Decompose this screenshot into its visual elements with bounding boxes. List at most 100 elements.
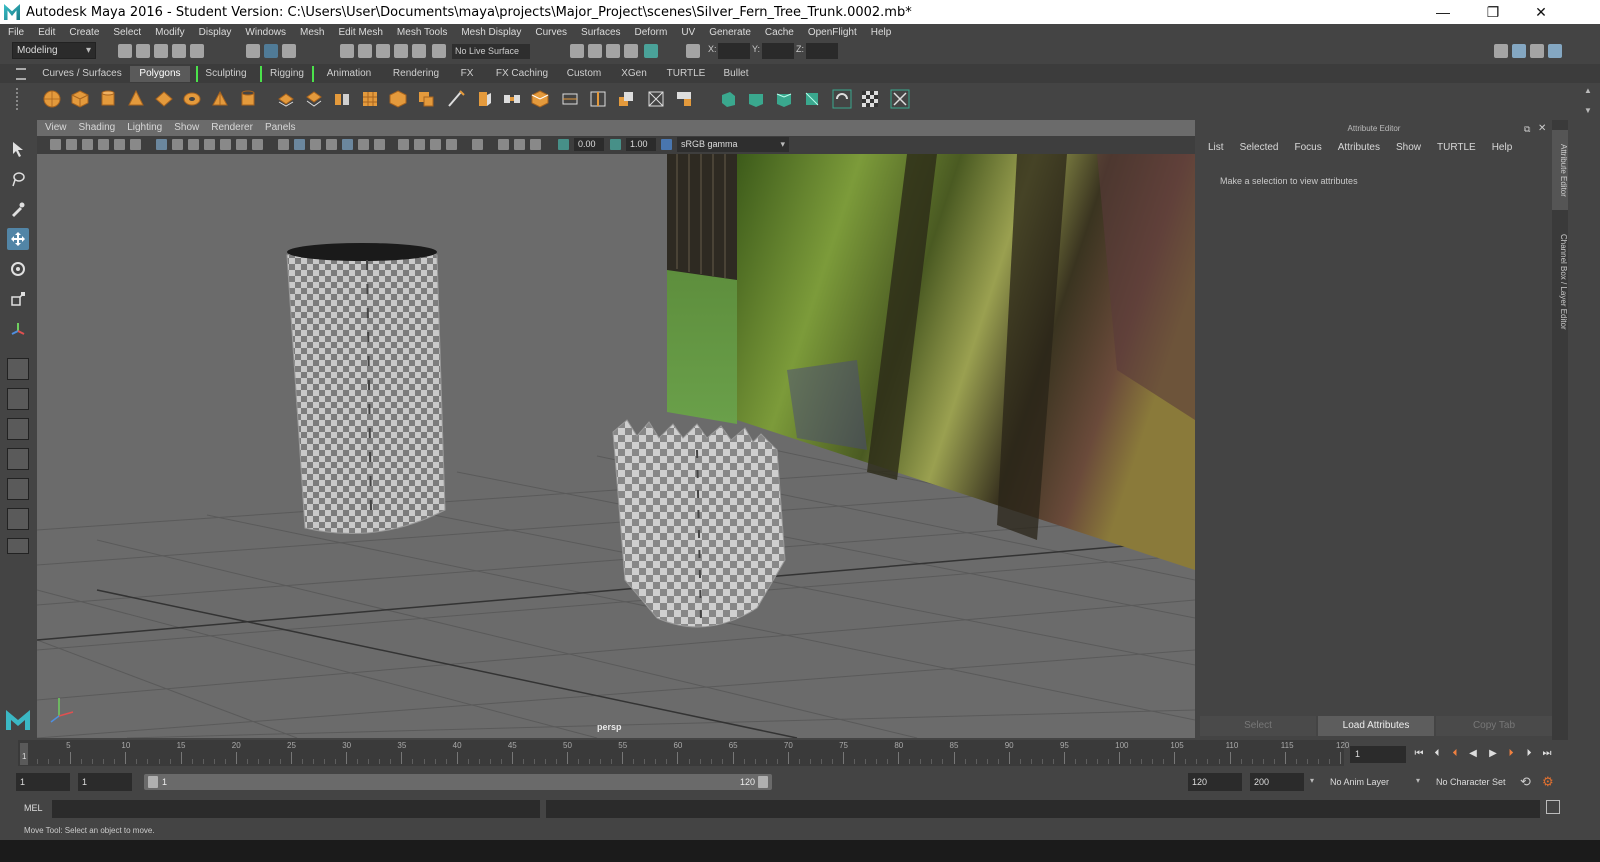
step-back-key-icon[interactable]: ⏴ [1448, 748, 1462, 760]
animation-start-field[interactable]: 1 [16, 773, 70, 791]
snap-curve-icon[interactable] [358, 44, 372, 58]
render-frame-icon[interactable] [588, 44, 602, 58]
ae-select-button[interactable]: Select [1200, 716, 1316, 736]
extrude-icon[interactable] [474, 89, 494, 109]
menu-cache[interactable]: Cache [765, 27, 794, 38]
tab-polygons[interactable]: Polygons [130, 66, 190, 82]
step-back-frame-icon[interactable]: ⏴ [1430, 748, 1444, 760]
live-surface-field[interactable]: No Live Surface [452, 44, 530, 59]
reduce-icon[interactable] [388, 89, 408, 109]
ae-menu-attributes[interactable]: Attributes [1338, 142, 1380, 153]
film-gate-icon[interactable] [172, 139, 183, 150]
uv-automatic-icon[interactable] [802, 89, 822, 109]
persp-graph-layout-icon[interactable] [7, 448, 29, 470]
scale-tool-icon[interactable] [7, 288, 29, 310]
menu-mesh[interactable]: Mesh [300, 27, 324, 38]
vp-menu-view[interactable]: View [45, 122, 67, 136]
perspective-viewport[interactable] [37, 120, 1195, 738]
rotate-tool-icon[interactable] [7, 258, 29, 280]
ae-menu-show[interactable]: Show [1396, 142, 1421, 153]
poly-sphere-icon[interactable] [42, 89, 62, 109]
isolate-select-icon[interactable] [472, 139, 483, 150]
shadows-icon[interactable] [374, 139, 385, 150]
x-field[interactable] [718, 43, 750, 59]
vp-menu-panels[interactable]: Panels [265, 122, 296, 136]
uv-spherical-icon[interactable] [774, 89, 794, 109]
xray-components-icon[interactable] [530, 139, 541, 150]
character-set-dropdown-icon[interactable]: ▾ [1416, 776, 1420, 785]
tab-rendering[interactable]: Rendering [386, 66, 446, 82]
poly-cube-icon[interactable] [70, 89, 90, 109]
auto-key-icon[interactable]: ⟲ [1520, 774, 1531, 790]
bookmark-icon[interactable] [82, 139, 93, 150]
menu-surfaces[interactable]: Surfaces [581, 27, 620, 38]
safe-action-icon[interactable] [236, 139, 247, 150]
screen-space-ao-icon[interactable] [398, 139, 409, 150]
gate-mask-icon[interactable] [204, 139, 215, 150]
exposure-field[interactable]: 0.00 [574, 138, 604, 151]
anim-layer-select[interactable]: No Anim Layer [1326, 773, 1416, 791]
menu-uv[interactable]: UV [681, 27, 695, 38]
ae-menu-turtle[interactable]: TURTLE [1437, 142, 1476, 153]
layout-more-icon[interactable] [7, 538, 29, 554]
ipr-render-icon[interactable] [606, 44, 620, 58]
mirror-icon[interactable] [332, 89, 352, 109]
new-scene-icon[interactable] [118, 44, 132, 58]
persp-outliner-layout-icon[interactable] [7, 418, 29, 440]
scroll-up-icon[interactable]: ▲ [1584, 86, 1592, 95]
step-forward-key-icon[interactable]: ⏵ [1504, 748, 1518, 760]
script-editor-icon[interactable] [1546, 800, 1560, 814]
insert-edge-loop-icon[interactable] [588, 89, 608, 109]
tab-channel-box[interactable]: Channel Box / Layer Editor [1552, 222, 1568, 342]
snap-point-icon[interactable] [376, 44, 390, 58]
gamma-field[interactable]: 1.00 [626, 138, 656, 151]
camera-attributes-icon[interactable] [66, 139, 77, 150]
move-tool-icon[interactable] [7, 228, 29, 250]
gamma-icon[interactable] [610, 139, 621, 150]
vp-menu-lighting[interactable]: Lighting [127, 122, 162, 136]
2d-pan-zoom-icon[interactable] [114, 139, 125, 150]
menu-generate[interactable]: Generate [709, 27, 751, 38]
tab-bullet[interactable]: Bullet [716, 66, 756, 82]
merge-icon[interactable] [616, 89, 636, 109]
select-camera-icon[interactable] [50, 139, 61, 150]
xray-joints-icon[interactable] [514, 139, 525, 150]
poly-cone-icon[interactable] [126, 89, 146, 109]
play-forwards-icon[interactable]: ▶ [1486, 748, 1500, 760]
undo-icon[interactable] [172, 44, 186, 58]
menu-display[interactable]: Display [199, 27, 232, 38]
motion-blur-icon[interactable] [414, 139, 425, 150]
use-all-lights-icon[interactable] [358, 139, 369, 150]
menu-file[interactable]: File [8, 27, 24, 38]
menu-windows[interactable]: Windows [245, 27, 286, 38]
close-panel-icon[interactable]: ✕ [1538, 123, 1546, 134]
append-polygon-icon[interactable] [560, 89, 580, 109]
view-transform-select[interactable]: sRGB gamma [677, 137, 789, 152]
extract-icon[interactable] [674, 89, 694, 109]
tab-turtle[interactable]: TURTLE [664, 66, 708, 82]
shelf-options-icon[interactable] [16, 88, 30, 110]
y-field[interactable] [762, 43, 794, 59]
boolean-icon[interactable] [416, 89, 436, 109]
lasso-tool-icon[interactable] [7, 168, 29, 190]
ae-load-attributes-button[interactable]: Load Attributes [1318, 716, 1434, 736]
uv-checker-icon[interactable] [860, 89, 880, 109]
menu-edit-mesh[interactable]: Edit Mesh [338, 27, 382, 38]
image-plane-icon[interactable] [98, 139, 109, 150]
modeling-toolkit-icon[interactable] [1494, 44, 1508, 58]
animation-end-field[interactable]: 200 [1250, 773, 1304, 791]
grease-pencil-icon[interactable] [130, 139, 141, 150]
last-tool-icon[interactable] [7, 318, 29, 340]
mode-select[interactable]: Modeling [12, 42, 96, 59]
go-to-start-icon[interactable]: ⏮ [1412, 748, 1426, 760]
poly-plane-icon[interactable] [154, 89, 174, 109]
menu-select[interactable]: Select [113, 27, 141, 38]
wireframe-icon[interactable] [278, 139, 289, 150]
menu-create[interactable]: Create [69, 27, 99, 38]
ae-menu-list[interactable]: List [1208, 142, 1224, 153]
color-management-icon[interactable] [661, 139, 672, 150]
select-hierarchy-icon[interactable] [246, 44, 260, 58]
range-start-handle[interactable] [148, 776, 158, 788]
close-button[interactable]: ✕ [1518, 0, 1564, 24]
range-end-handle[interactable] [758, 776, 768, 788]
